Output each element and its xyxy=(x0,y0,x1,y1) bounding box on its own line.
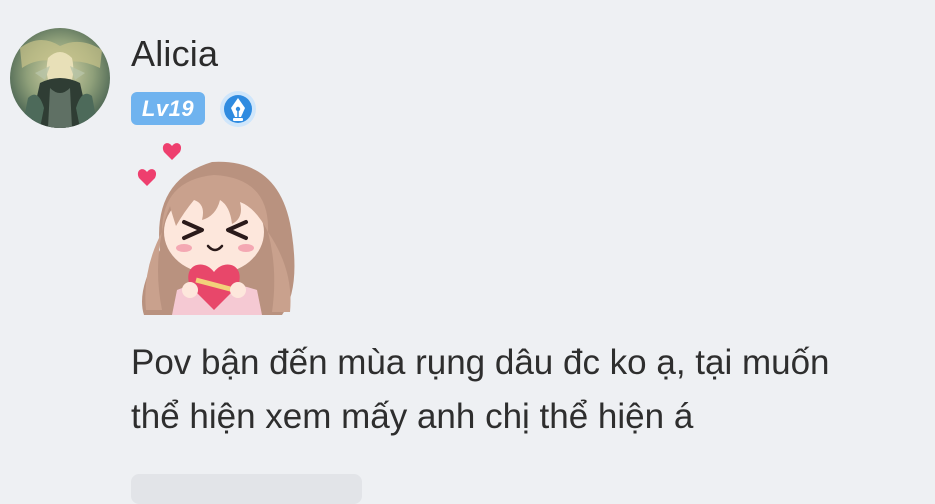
pen-nib-badge-icon xyxy=(219,90,257,128)
level-badge: Lv19 xyxy=(131,92,205,125)
avatar-knight-icon xyxy=(10,28,110,128)
username[interactable]: Alicia xyxy=(131,33,218,75)
reaction-button[interactable] xyxy=(131,474,362,504)
comment-text: Pov bận đến mùa rụng dâu đc ko ạ, tại mu… xyxy=(131,343,830,436)
avatar[interactable] xyxy=(10,28,110,128)
girl-holding-heart-sticker-icon xyxy=(132,140,302,315)
